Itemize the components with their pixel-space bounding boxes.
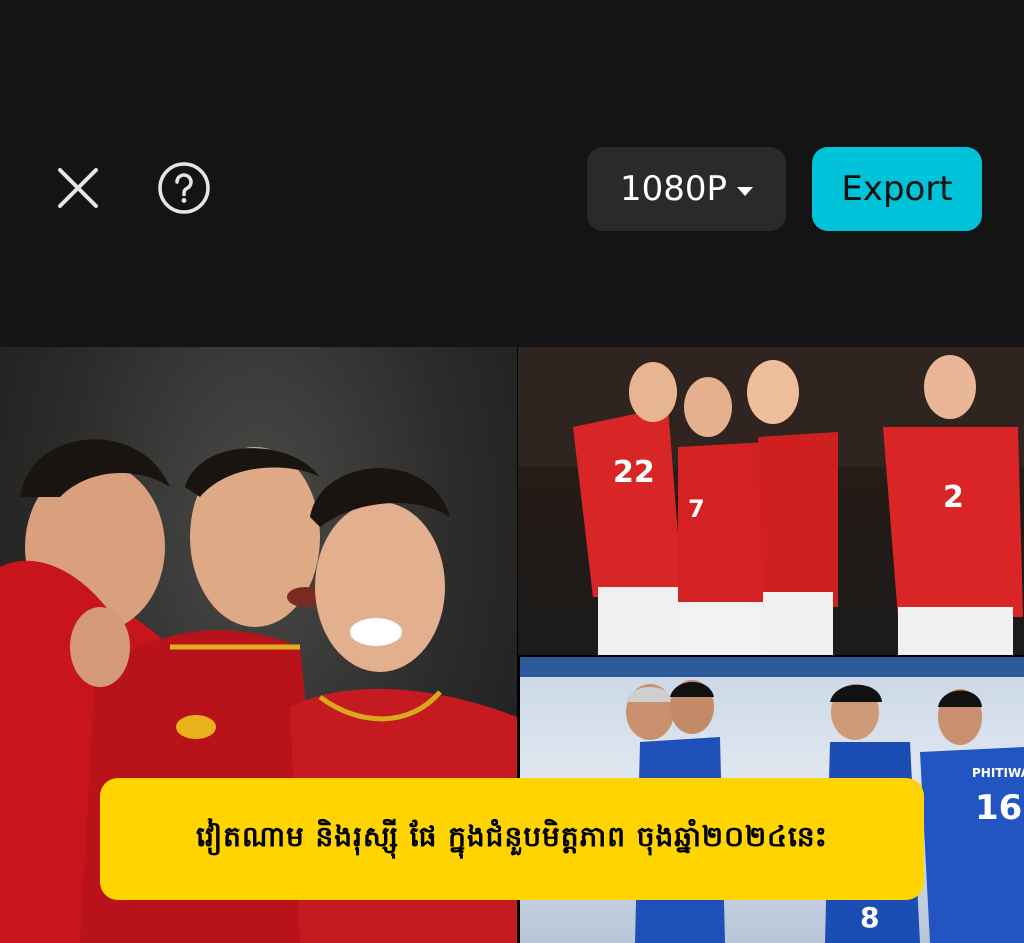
caption-text: វៀតណាម និងរុស្ស៊ី ផែ ក្នុងជំនួបមិត្តភាព … — [196, 819, 828, 853]
editor-toolbar: 1080P Export — [0, 0, 1024, 347]
close-icon — [58, 168, 98, 208]
caption-banner[interactable]: វៀតណាម និងរុស្ស៊ី ផែ ក្នុងជំនួបមិត្តភាព … — [100, 778, 924, 900]
export-label: Export — [841, 169, 953, 209]
video-preview[interactable]: 22 7 2 8 PHITIW 16 វៀតណាម និងរុស្ស៊ី ផែ … — [0, 347, 1024, 943]
svg-text:7: 7 — [688, 495, 705, 523]
svg-text:8: 8 — [860, 901, 879, 934]
export-button[interactable]: Export — [812, 147, 982, 231]
photo-russia-players: 22 7 2 — [518, 347, 1024, 655]
svg-text:PHITIWAT: PHITIWAT — [972, 766, 1024, 780]
resolution-dropdown[interactable]: 1080P — [587, 147, 786, 231]
help-icon — [158, 162, 210, 214]
close-button[interactable] — [50, 160, 106, 216]
caret-down-icon — [737, 186, 754, 196]
help-button[interactable] — [156, 160, 212, 216]
resolution-label: 1080P — [619, 169, 728, 209]
svg-text:16: 16 — [975, 788, 1022, 828]
svg-text:2: 2 — [943, 480, 964, 515]
svg-text:22: 22 — [613, 455, 655, 490]
